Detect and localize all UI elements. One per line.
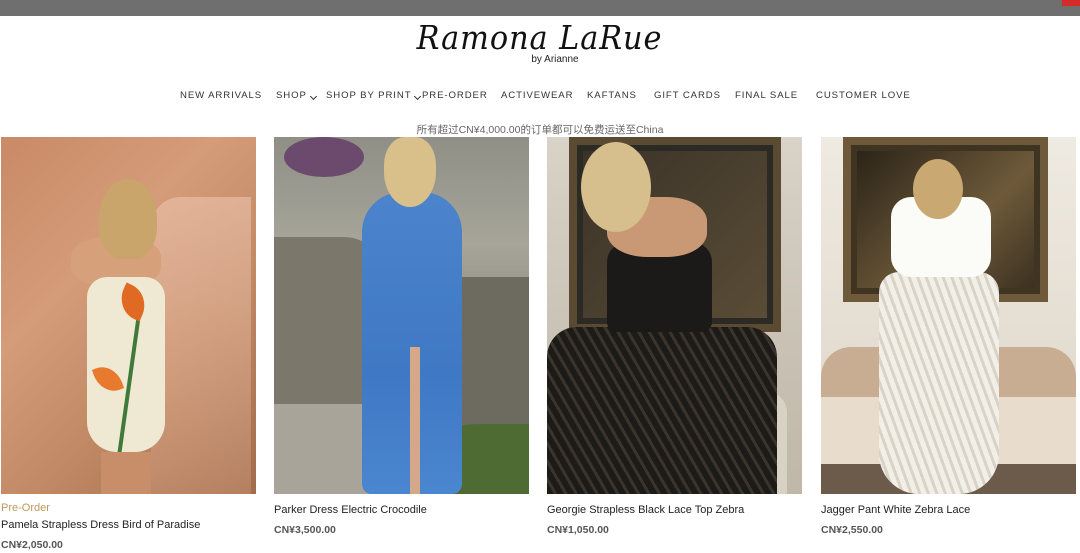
nav-gift-cards[interactable]: GIFT CARDS [654, 90, 721, 101]
product-image[interactable] [274, 137, 529, 494]
product-card[interactable]: Jagger Pant White Zebra Lace CN¥2,550.00 [821, 137, 1076, 536]
nav-activewear[interactable]: ACTIVEWEAR [501, 90, 573, 101]
nav-final-sale[interactable]: FINAL SALE [735, 90, 798, 101]
pre-order-badge: Pre-Order [1, 502, 50, 514]
product-image[interactable] [547, 137, 802, 494]
nav-pre-order[interactable]: PRE-ORDER [422, 90, 488, 101]
product-price: CN¥2,550.00 [821, 524, 883, 536]
nav-shop-by-print-label: SHOP BY PRINT [326, 90, 412, 101]
nav-shop-label: SHOP [276, 90, 307, 101]
close-indicator-icon[interactable] [1062, 0, 1080, 6]
shipping-announcement: 所有超过CN¥4,000.00的订单都可以免费运送至China [416, 124, 664, 136]
chevron-down-icon [414, 92, 422, 101]
chevron-down-icon [309, 92, 317, 101]
product-name[interactable]: Parker Dress Electric Crocodile [274, 504, 529, 516]
product-price: CN¥1,050.00 [547, 524, 609, 536]
nav-kaftans[interactable]: KAFTANS [587, 90, 637, 101]
brand-logo[interactable]: Ramona LaRue by Arianne [0, 18, 1080, 65]
product-card[interactable]: Parker Dress Electric Crocodile CN¥3,500… [274, 137, 529, 536]
logo-wordmark[interactable]: Ramona LaRue [417, 18, 663, 58]
product-name[interactable]: Jagger Pant White Zebra Lace [821, 504, 1076, 516]
nav-customer-love[interactable]: CUSTOMER LOVE [816, 90, 911, 101]
product-card[interactable]: Georgie Strapless Black Lace Top Zebra C… [547, 137, 802, 536]
product-image[interactable] [821, 137, 1076, 494]
product-card[interactable]: Pre-Order Pamela Strapless Dress Bird of… [1, 137, 256, 551]
nav-shop[interactable]: SHOP [276, 90, 317, 101]
product-price: CN¥2,050.00 [1, 539, 63, 551]
nav-shop-by-print[interactable]: SHOP BY PRINT [326, 90, 422, 101]
product-name[interactable]: Georgie Strapless Black Lace Top Zebra [547, 504, 802, 516]
product-name[interactable]: Pamela Strapless Dress Bird of Paradise [1, 519, 256, 531]
nav-new-arrivals[interactable]: NEW ARRIVALS [180, 90, 262, 101]
product-image[interactable] [1, 137, 256, 494]
product-price: CN¥3,500.00 [274, 524, 336, 536]
browser-top-bar [0, 0, 1080, 16]
main-navigation: NEW ARRIVALS SHOP SHOP BY PRINT PRE-ORDE… [0, 90, 1080, 106]
